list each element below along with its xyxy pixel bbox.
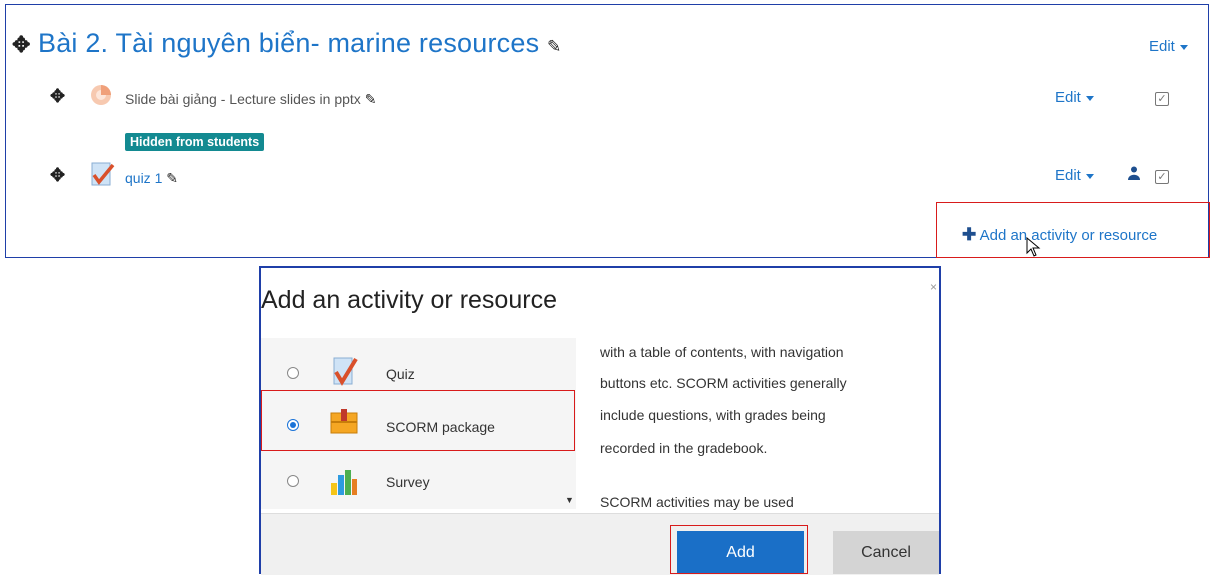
edit-title-pencil-icon[interactable]: ✎	[547, 37, 561, 56]
section-title: Bài 2. Tài nguyên biển- marine resources…	[38, 28, 561, 59]
chevron-down-icon	[1085, 173, 1094, 179]
section-edit-menu[interactable]: Edit	[1149, 38, 1188, 55]
activity-link-quiz[interactable]: quiz 1 ✎	[125, 170, 178, 187]
cancel-button[interactable]: Cancel	[833, 531, 939, 574]
scroll-down-icon[interactable]: ▼	[565, 495, 574, 505]
option-label: Survey	[386, 474, 430, 490]
survey-chart-icon	[331, 470, 357, 495]
edit-name-pencil-icon[interactable]: ✎	[365, 91, 377, 107]
dialog-title: Add an activity or resource	[261, 286, 557, 314]
section-edit-label: Edit	[1149, 38, 1175, 55]
radio-quiz[interactable]	[287, 367, 299, 379]
chevron-down-icon	[1085, 95, 1094, 101]
option-survey[interactable]: Survey	[261, 467, 575, 507]
add-activity-label: Add an activity or resource	[979, 227, 1158, 244]
highlight-box	[261, 390, 575, 451]
option-quiz[interactable]: Quiz	[261, 355, 575, 395]
description-line: SCORM activities may be used	[600, 494, 794, 510]
activity-edit-menu[interactable]: Edit	[1055, 167, 1094, 184]
description-line: recorded in the gradebook.	[600, 440, 768, 456]
radio-survey[interactable]	[287, 475, 299, 487]
chevron-down-icon	[1179, 44, 1188, 50]
activity-edit-label: Edit	[1055, 89, 1081, 106]
activity-edit-menu[interactable]: Edit	[1055, 89, 1094, 106]
mouse-cursor-icon	[1026, 237, 1041, 257]
powerpoint-file-icon	[91, 85, 111, 105]
close-icon[interactable]: ×	[930, 280, 937, 294]
description-line: with a table of contents, with navigatio…	[600, 344, 844, 360]
description-line: buttons etc. SCORM activities generally	[600, 375, 847, 391]
description-line: include questions, with grades being	[600, 407, 826, 423]
move-section-icon[interactable]: ✥	[12, 32, 30, 58]
section-title-text: Bài 2. Tài nguyên biển- marine resources	[38, 28, 540, 58]
highlight-box	[670, 525, 808, 574]
add-activity-link[interactable]: ✚ Add an activity or resource	[962, 225, 1157, 245]
plus-icon: ✚	[962, 225, 977, 244]
activity-name: quiz 1	[125, 170, 163, 186]
hidden-status-badge: Hidden from students	[125, 133, 265, 151]
move-activity-icon[interactable]: ✥	[50, 86, 65, 107]
quiz-icon	[333, 357, 358, 386]
quiz-icon	[91, 162, 115, 186]
activity-link-slides[interactable]: Slide bài giảng - Lecture slides in pptx…	[125, 91, 376, 108]
edit-name-pencil-icon[interactable]: ✎	[166, 170, 178, 186]
activity-name: Slide bài giảng - Lecture slides in pptx	[125, 91, 361, 107]
user-role-icon[interactable]	[1128, 166, 1140, 180]
option-label: Quiz	[386, 366, 415, 382]
completion-checkbox-icon[interactable]: ✓	[1155, 92, 1169, 106]
completion-checkbox-icon[interactable]: ✓	[1155, 170, 1169, 184]
activity-edit-label: Edit	[1055, 167, 1081, 184]
move-activity-icon[interactable]: ✥	[50, 165, 65, 186]
